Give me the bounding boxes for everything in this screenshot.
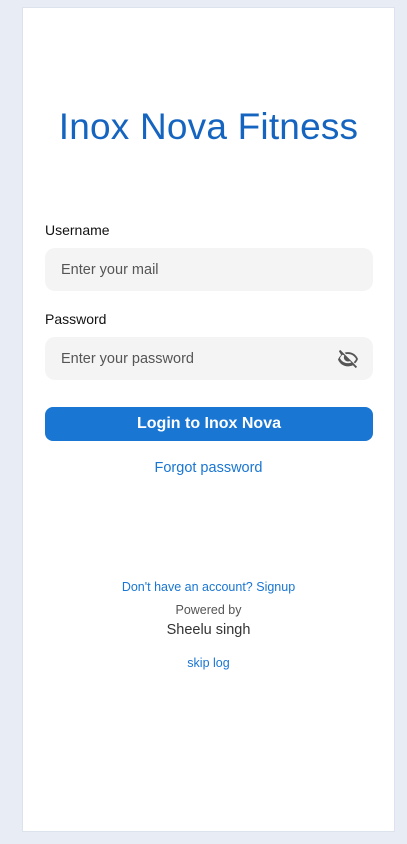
login-card: Inox Nova Fitness Username Password Logi… bbox=[22, 7, 395, 832]
password-label: Password bbox=[45, 311, 107, 327]
username-label: Username bbox=[45, 222, 110, 238]
password-field-container bbox=[45, 337, 373, 380]
eye-off-icon[interactable] bbox=[337, 348, 359, 370]
skip-login-link[interactable]: skip log bbox=[23, 656, 394, 670]
username-field-container bbox=[45, 248, 373, 291]
signup-link[interactable]: Don't have an account? Signup bbox=[23, 580, 394, 594]
powered-by-label: Powered by bbox=[175, 603, 242, 617]
username-input[interactable] bbox=[59, 260, 359, 279]
login-button[interactable]: Login to Inox Nova bbox=[45, 407, 373, 441]
author-name: Sheelu singh bbox=[166, 622, 251, 638]
password-input[interactable] bbox=[59, 349, 337, 368]
app-title: Inox Nova Fitness bbox=[58, 106, 359, 147]
forgot-password-link[interactable]: Forgot password bbox=[23, 460, 394, 476]
